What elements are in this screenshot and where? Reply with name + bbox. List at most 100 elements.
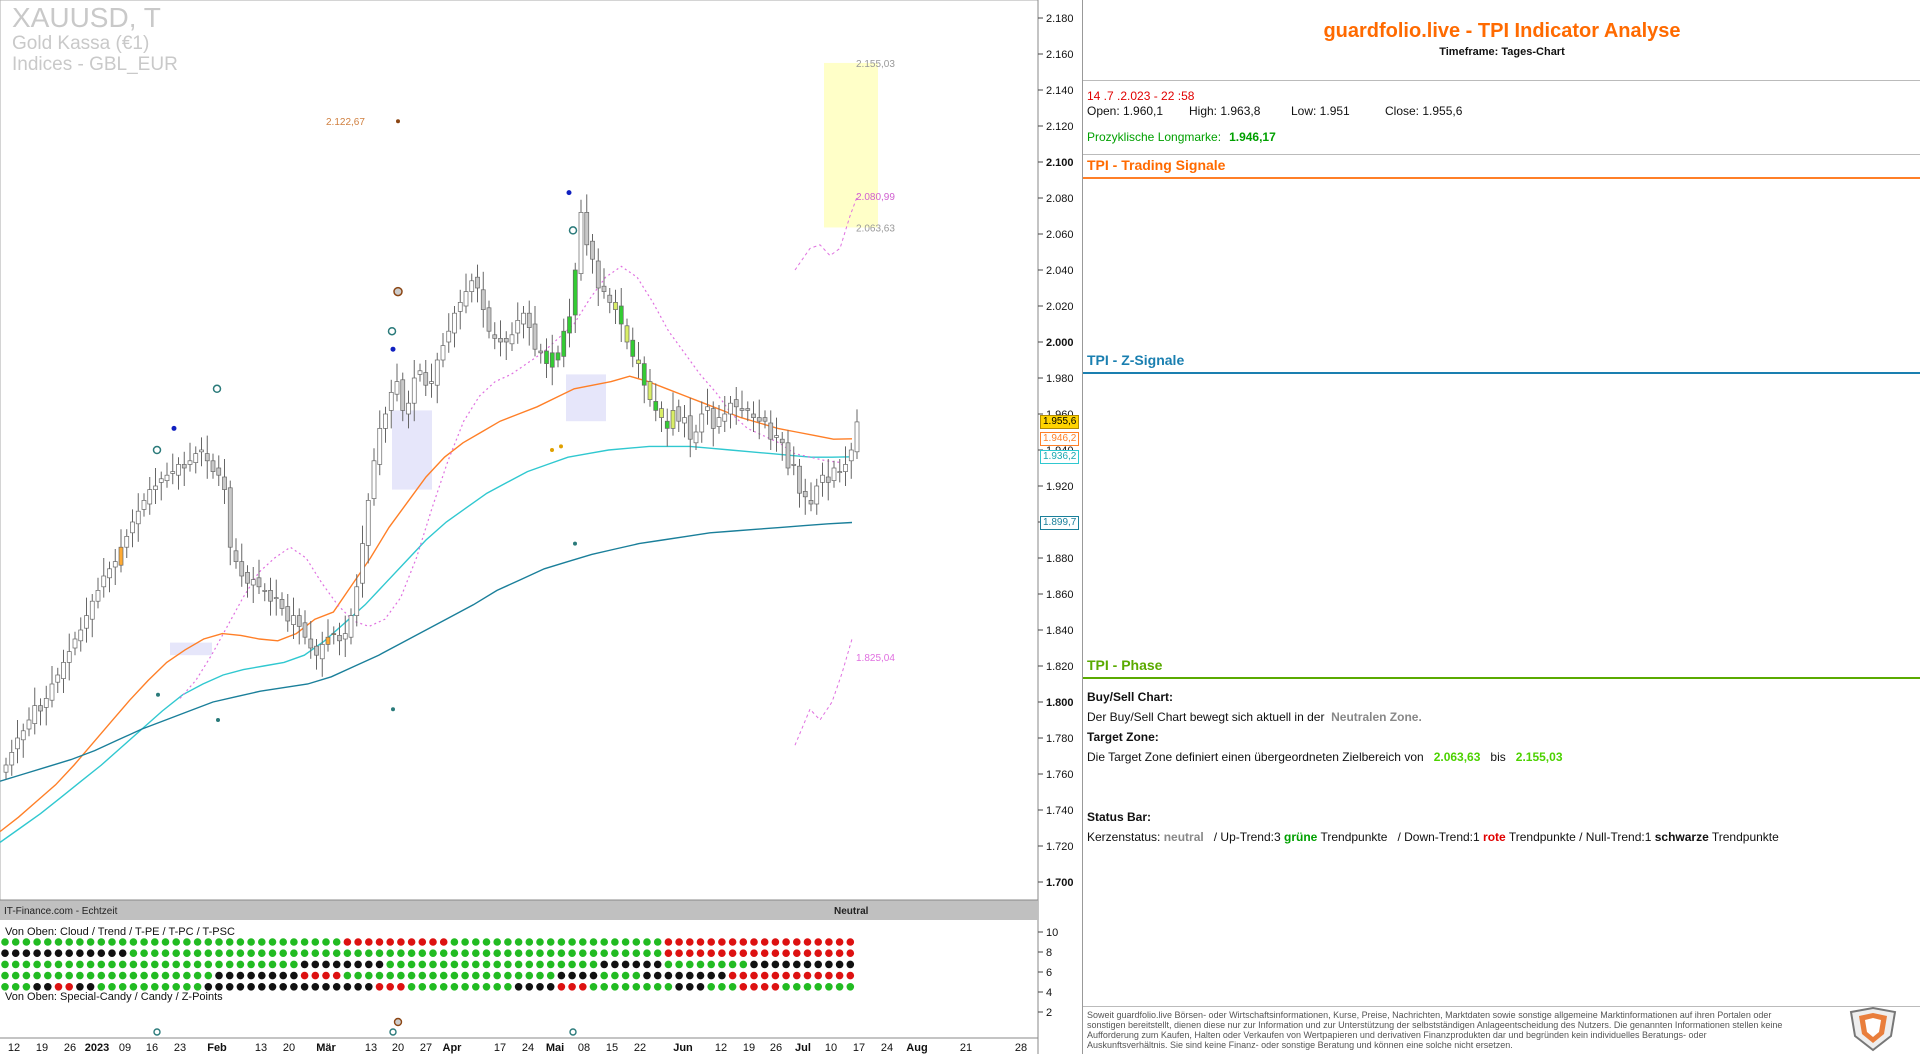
candle — [9, 752, 15, 766]
candle — [687, 415, 693, 440]
candle — [653, 401, 659, 411]
candle — [268, 590, 273, 602]
status-dot — [268, 938, 277, 946]
candle — [768, 422, 774, 440]
status-dot — [439, 971, 448, 980]
candle — [774, 435, 779, 438]
price-chart[interactable]: 1.700 1.720 1.740 1.760 1.780 1.800 1.820 1.840… — [0, 0, 1080, 1054]
status-dot — [290, 971, 298, 980]
status-dot — [268, 960, 277, 969]
target-bis: bis — [1490, 750, 1506, 764]
status-dot — [825, 971, 833, 980]
status-dot — [332, 938, 341, 946]
status-tick-label: 2 — [1046, 1007, 1052, 1019]
candle — [61, 662, 66, 679]
status-dot — [11, 983, 20, 991]
status-dot — [44, 949, 52, 957]
status-bar-title: Status Bar: — [1087, 810, 1152, 824]
status-dot — [686, 960, 694, 969]
candle — [222, 476, 227, 490]
status-dot — [118, 949, 127, 957]
status-dot — [397, 960, 405, 969]
status-dot — [54, 983, 63, 991]
status-dot — [311, 971, 320, 980]
status-dot — [161, 971, 170, 980]
status-dot — [579, 960, 587, 969]
y-tick-label: 2.040 — [1046, 265, 1074, 277]
status-dot — [525, 960, 534, 969]
status-dot — [407, 938, 416, 946]
candle — [153, 485, 158, 490]
candle — [239, 561, 245, 577]
candle — [388, 392, 394, 411]
status-dot — [643, 960, 651, 969]
status-dot — [493, 983, 502, 991]
status-dot — [771, 960, 780, 969]
candle — [365, 500, 371, 546]
divider — [1083, 80, 1920, 81]
status-dot — [482, 949, 491, 957]
candle — [147, 489, 153, 505]
status-dot — [771, 949, 780, 957]
status-dot — [525, 983, 534, 991]
x-tick-label: 12 — [715, 1042, 727, 1054]
status-dot — [311, 983, 320, 991]
ohlc-close: Close: 1.955,6 — [1385, 104, 1463, 118]
status-dot — [525, 949, 534, 957]
status-dot — [504, 971, 512, 980]
status-dot — [653, 983, 662, 991]
status-dot — [493, 949, 502, 957]
signal-dot-blue — [171, 425, 177, 431]
status-dot — [718, 960, 726, 969]
status-dot — [450, 938, 459, 946]
status-header — [0, 900, 1038, 920]
candle — [503, 338, 509, 343]
status-dot — [322, 960, 330, 969]
status-dot — [140, 960, 148, 969]
status-dot — [793, 971, 801, 980]
candle — [567, 316, 572, 334]
guardfolio-shield-logo — [1849, 1006, 1897, 1052]
x-tick-label: 08 — [578, 1042, 590, 1054]
status-dot — [44, 983, 52, 991]
status-dot — [44, 971, 52, 980]
status-dot — [525, 938, 534, 946]
status-dot — [782, 971, 790, 980]
status-dot — [397, 983, 405, 991]
x-tick-label: Apr — [443, 1042, 463, 1054]
candle — [3, 764, 9, 773]
status-dot — [183, 949, 191, 957]
signal-dot-yellow — [559, 444, 563, 449]
status-dot — [514, 960, 523, 969]
status-dot — [825, 960, 833, 969]
status-part: / Null-Trend:1 — [1579, 830, 1652, 844]
candle — [682, 417, 687, 424]
candle — [314, 645, 319, 656]
status-dot — [11, 938, 20, 946]
status-black: schwarze — [1654, 830, 1709, 844]
candle — [601, 285, 607, 292]
status-dot — [386, 971, 395, 980]
status-dot — [247, 983, 255, 991]
status-dot — [375, 938, 384, 946]
x-tick-label: 20 — [392, 1042, 404, 1054]
status-dot — [696, 938, 705, 946]
status-dot — [215, 983, 223, 991]
status-dot — [589, 960, 598, 969]
section-trading-signale: TPI - Trading Signale — [1087, 157, 1226, 173]
status-dot — [504, 938, 512, 946]
status-dot — [290, 949, 298, 957]
status-dot — [728, 983, 737, 991]
status-dot — [621, 983, 630, 991]
status-dot — [589, 938, 598, 946]
status-dot — [835, 983, 844, 991]
cyan-ma-tag: 1.936,2 — [1040, 449, 1080, 464]
candle — [521, 312, 526, 325]
status-dot — [418, 983, 427, 991]
candle — [710, 408, 716, 429]
special-ring — [393, 286, 403, 297]
candle — [797, 465, 802, 494]
target-sentence: Die Target Zone definiert einen übergeor… — [1087, 750, 1424, 764]
status-dot — [600, 983, 608, 991]
status-dot — [664, 983, 673, 991]
